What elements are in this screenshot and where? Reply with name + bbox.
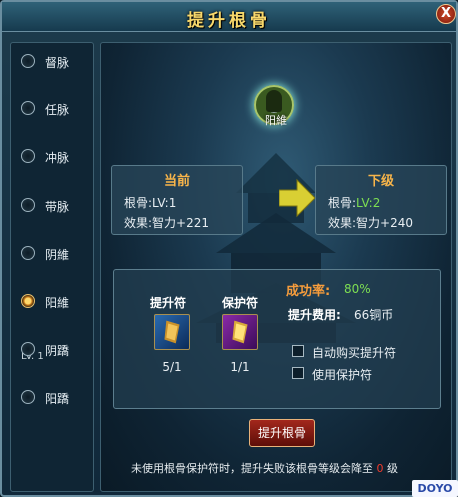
sidebar-item-yinqiao[interactable]: 阴蹻	[21, 337, 95, 377]
effect-label: 效果:	[328, 216, 357, 230]
footer-note-suffix: 级	[387, 462, 398, 475]
next-effect-row: 效果:智力+240	[328, 214, 413, 231]
footer-note-value: 0	[376, 462, 384, 475]
radio-button[interactable]	[21, 246, 35, 260]
sidebar-item-daimai[interactable]: 带脉	[21, 193, 95, 233]
use-protect-checkbox[interactable]: 使用保护符	[292, 366, 432, 382]
upgrade-charm-title: 提升符	[150, 296, 187, 310]
sidebar-item-label: 冲脉	[45, 151, 70, 165]
next-heading: 下级	[367, 174, 394, 189]
current-level-row: 根骨:LV:1	[124, 194, 176, 211]
upgrade-requirements-box: 提升符 5/1 保护符 1/1 成功率: 80% 提升费用: 66铜币 自动购买…	[113, 269, 441, 409]
close-button[interactable]: X	[436, 4, 456, 24]
current-effect-row: 效果:智力+221	[124, 214, 209, 231]
emblem-figure-icon	[266, 90, 282, 112]
radio-button[interactable]	[21, 54, 35, 68]
emblem-label: 阳維	[265, 114, 287, 127]
cost-label: 提升费用:	[288, 308, 341, 322]
use-protect-label: 使用保护符	[312, 368, 373, 382]
sidebar-item-renmai[interactable]: 任脉	[21, 96, 95, 136]
level-value: LV:2	[356, 196, 381, 210]
auto-buy-label: 自动购买提升符	[312, 346, 397, 360]
success-rate-value: 80%	[344, 282, 371, 296]
sidebar-item-label: 督脉	[45, 56, 70, 70]
upgrade-window: 提升根骨 X 督脉 任脉 冲脉 带脉 阴維 阳維 LV. 1 阴蹻 阳蹻 阳維 …	[0, 0, 458, 497]
auto-buy-checkbox[interactable]: 自动购买提升符	[292, 344, 432, 360]
title-bar: 提升根骨 X	[2, 2, 456, 32]
radio-button[interactable]	[21, 101, 35, 115]
footer-note-text: 未使用根骨保护符时，提升失败该根骨等级会降至	[131, 462, 373, 475]
upgrade-button[interactable]: 提升根骨	[249, 419, 315, 447]
next-level-row: 根骨:LV:2	[328, 194, 380, 211]
sidebar-item-chongmai[interactable]: 冲脉	[21, 144, 95, 184]
level-value: LV:1	[152, 196, 177, 210]
sidebar-item-label: 阳維	[45, 296, 70, 310]
window-title: 提升根骨	[187, 11, 271, 31]
footer-note: 未使用根骨保护符时，提升失败该根骨等级会降至 0 级	[131, 460, 398, 476]
radio-button-selected[interactable]	[21, 294, 35, 308]
sidebar-item-dumai[interactable]: 督脉	[21, 49, 95, 89]
next-level-panel: 下级 根骨:LV:2 效果:智力+240	[315, 165, 447, 235]
radio-button[interactable]	[21, 390, 35, 404]
sidebar-item-yangqiao[interactable]: 阳蹻	[21, 385, 95, 425]
effect-value: 智力+221	[152, 216, 210, 230]
checkbox-box[interactable]	[292, 367, 304, 379]
cost-value: 66铜币	[354, 308, 394, 322]
meridian-sidebar: 督脉 任脉 冲脉 带脉 阴維 阳維 LV. 1 阴蹻 阳蹻	[10, 42, 94, 492]
radio-button[interactable]	[21, 149, 35, 163]
protect-charm-count: 1/1	[230, 360, 250, 374]
sidebar-item-label: 阳蹻	[45, 392, 70, 406]
success-rate-label: 成功率:	[286, 284, 331, 299]
upgrade-charm-count: 5/1	[162, 360, 182, 374]
protect-charm-icon[interactable]	[222, 314, 258, 350]
sidebar-item-label: 任脉	[45, 103, 70, 117]
current-level-panel: 当前 根骨:LV:1 效果:智力+221	[111, 165, 243, 235]
sidebar-item-yangwei[interactable]: 阳維	[21, 289, 95, 329]
doyo-watermark: DOYO	[412, 480, 458, 497]
radio-button[interactable]	[21, 198, 35, 212]
effect-value: 智力+240	[356, 216, 414, 230]
upgrade-charm-icon[interactable]	[154, 314, 190, 350]
level-label: 根骨:	[124, 196, 153, 210]
arrow-right-icon	[279, 178, 315, 218]
level-label: 根骨:	[328, 196, 357, 210]
current-heading: 当前	[163, 174, 190, 189]
sidebar-item-label: 阴維	[45, 248, 70, 262]
sidebar-item-yinwei[interactable]: 阴維	[21, 241, 95, 281]
radio-button[interactable]	[21, 342, 35, 356]
protect-charm-title: 保护符	[222, 296, 259, 310]
sidebar-item-label: 阴蹻	[45, 344, 70, 358]
sidebar-item-label: 带脉	[45, 200, 70, 214]
checkbox-box[interactable]	[292, 345, 304, 357]
upgrade-panel: 阳維 当前 根骨:LV:1 效果:智力+221 下级 根骨:LV:2 效果:智力…	[100, 42, 452, 492]
effect-label: 效果:	[124, 216, 153, 230]
